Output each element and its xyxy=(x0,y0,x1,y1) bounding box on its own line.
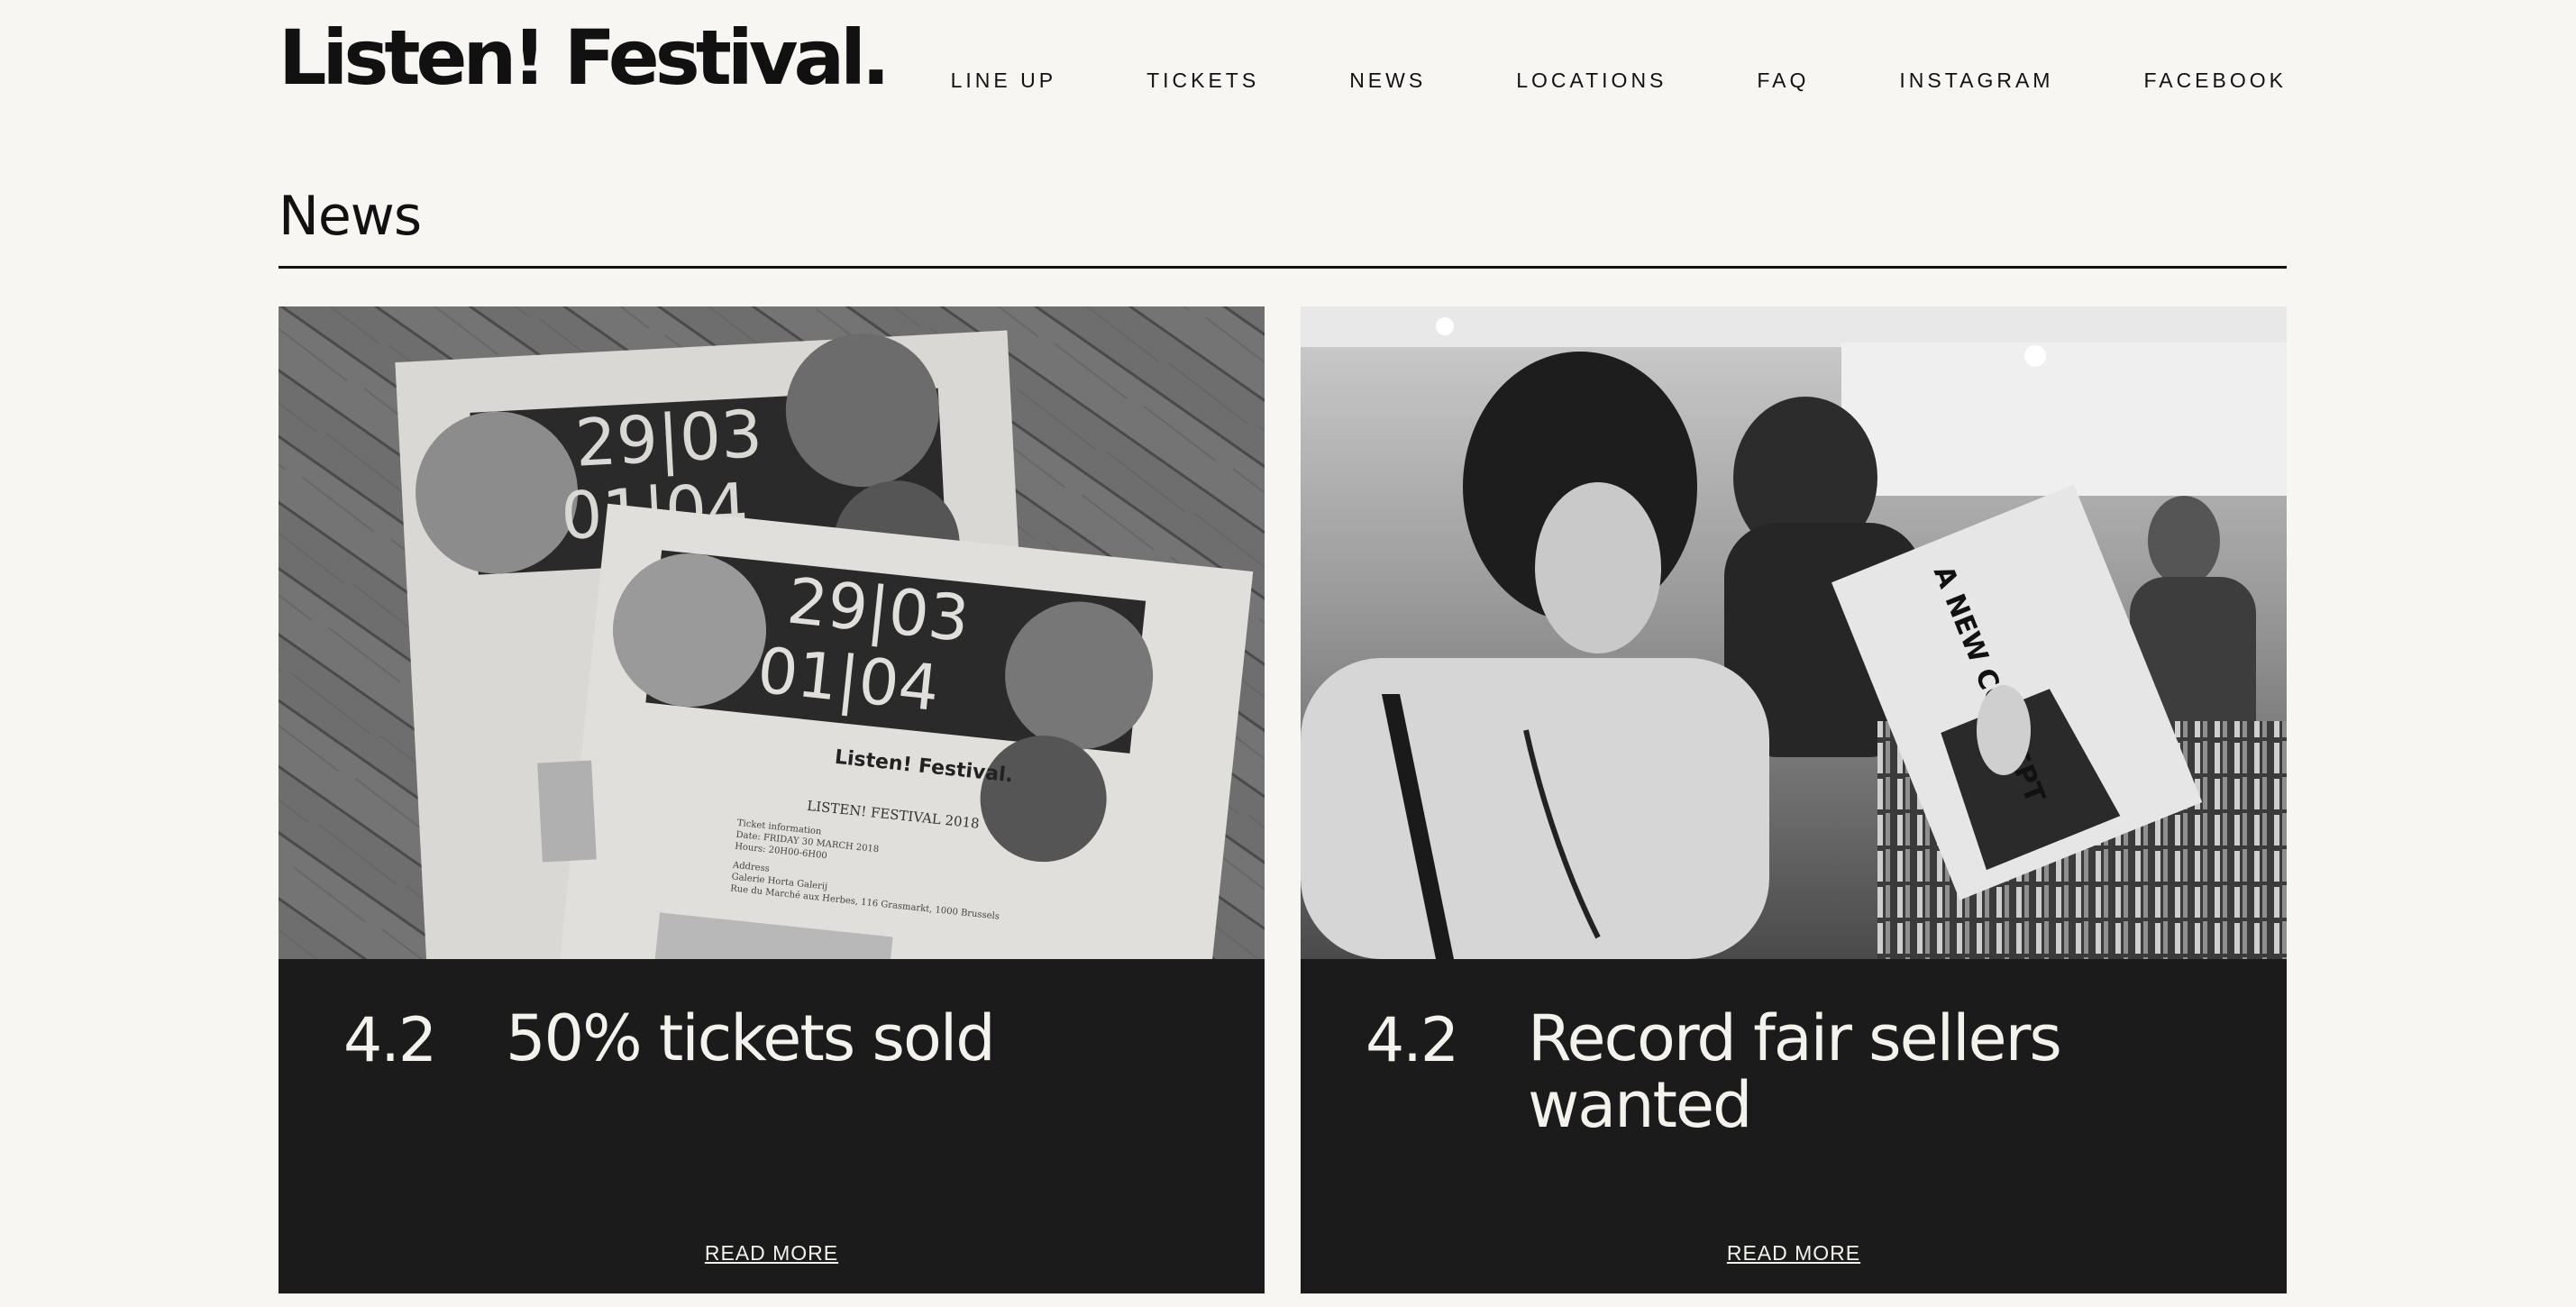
news-card[interactable]: A NEW CONCEPT 4.2 Record fair sellers wa… xyxy=(1301,306,2287,1293)
read-more-link[interactable]: READ MORE xyxy=(1727,1241,1860,1265)
nav-line-up[interactable]: LINE UP xyxy=(951,69,1056,93)
news-title[interactable]: Record fair sellers wanted xyxy=(1528,1005,2231,1138)
news-title[interactable]: 50% tickets sold xyxy=(506,1005,1209,1072)
nav-instagram[interactable]: INSTAGRAM xyxy=(1899,69,2053,93)
news-date: 4.2 xyxy=(1366,1005,1459,1076)
news-date: 4.2 xyxy=(343,1005,437,1076)
logo[interactable]: Listen! Festival. xyxy=(279,20,891,96)
section-title: News xyxy=(279,185,422,248)
news-card-image[interactable]: A NEW CONCEPT xyxy=(1301,306,2287,959)
nav-tickets[interactable]: TICKETS xyxy=(1146,69,1259,93)
news-card-image[interactable]: 29|03 01|04 29|03 01|04 Listen! Festival… xyxy=(279,306,1265,959)
read-more-container: READ MORE xyxy=(279,1241,1265,1266)
section-divider xyxy=(279,266,2287,269)
nav-facebook[interactable]: FACEBOOK xyxy=(2143,69,2287,93)
news-card[interactable]: 29|03 01|04 29|03 01|04 Listen! Festival… xyxy=(279,306,1265,1293)
nav-news[interactable]: NEWS xyxy=(1349,69,1426,93)
nav-faq[interactable]: FAQ xyxy=(1757,69,1809,93)
read-more-container: READ MORE xyxy=(1301,1241,2287,1266)
read-more-link[interactable]: READ MORE xyxy=(705,1241,838,1265)
nav-locations[interactable]: LOCATIONS xyxy=(1516,69,1667,93)
main-nav: LINE UP TICKETS NEWS LOCATIONS FAQ INSTA… xyxy=(951,69,2287,93)
